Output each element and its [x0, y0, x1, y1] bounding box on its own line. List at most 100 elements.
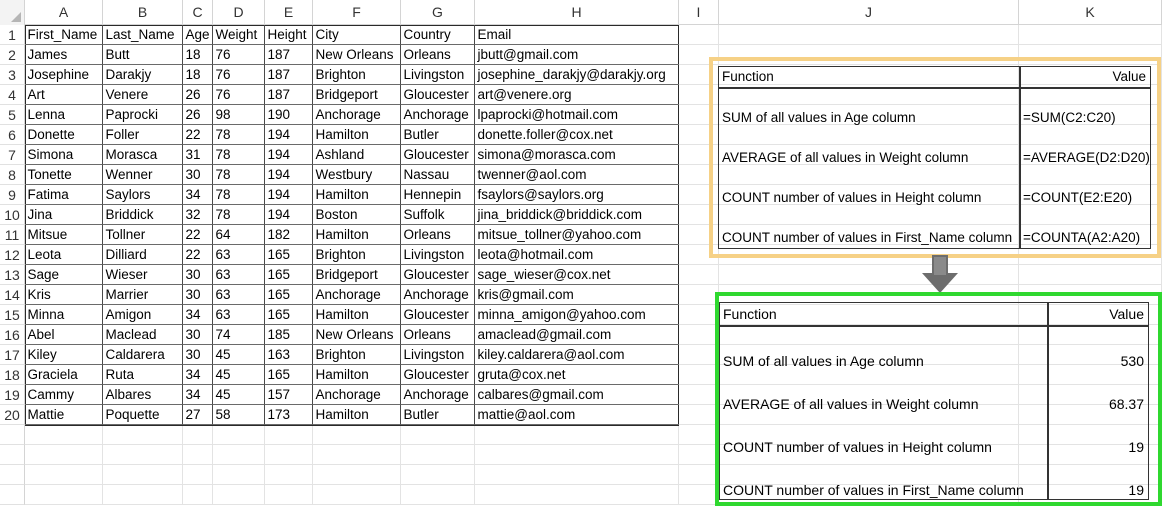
result-value[interactable]: 19	[1048, 436, 1147, 458]
data-cell[interactable]: 76	[212, 84, 265, 105]
row-header-18[interactable]: 18	[0, 365, 25, 385]
data-cell[interactable]: simona@morasca.com	[474, 145, 679, 165]
data-cell[interactable]: 64	[212, 224, 265, 245]
data-cell[interactable]: 31	[182, 144, 213, 165]
data-cell[interactable]: Dilliard	[102, 244, 183, 265]
data-cell[interactable]: 194	[264, 164, 313, 185]
data-cell[interactable]: Tonette	[24, 164, 103, 185]
data-cell[interactable]: Gloucester	[400, 84, 475, 105]
row-header-19[interactable]: 19	[0, 385, 25, 405]
data-cell[interactable]: Orleans	[400, 224, 475, 245]
data-cell[interactable]: Livingston	[400, 344, 475, 365]
data-cell[interactable]: Wenner	[102, 164, 183, 185]
empty-cell[interactable]	[679, 345, 719, 365]
empty-cell[interactable]	[313, 445, 401, 465]
formula-cell[interactable]: =SUM(C2:C20)	[1020, 108, 1149, 128]
data-cell[interactable]: Hamilton	[312, 124, 401, 145]
empty-cell[interactable]	[213, 485, 265, 505]
row-header-12[interactable]: 12	[0, 245, 25, 265]
column-title-cell[interactable]: First_Name	[24, 24, 103, 45]
data-cell[interactable]: Anchorage	[400, 384, 475, 405]
result-value[interactable]: 68.37	[1048, 393, 1147, 415]
data-cell[interactable]: 190	[264, 104, 313, 125]
column-header-g[interactable]: G	[401, 0, 475, 25]
column-title-cell[interactable]: Weight	[212, 24, 265, 45]
data-cell[interactable]: 63	[212, 244, 265, 265]
data-cell[interactable]: Butler	[400, 124, 475, 145]
data-cell[interactable]: calbares@gmail.com	[474, 385, 679, 405]
data-cell[interactable]: 63	[212, 284, 265, 305]
data-cell[interactable]: Ruta	[102, 364, 183, 385]
data-cell[interactable]: Hamilton	[312, 304, 401, 325]
data-cell[interactable]: 30	[182, 344, 213, 365]
row-header-9[interactable]: 9	[0, 185, 25, 205]
data-cell[interactable]: Gloucester	[400, 144, 475, 165]
empty-cell[interactable]	[719, 265, 1019, 285]
row-header-1[interactable]: 1	[0, 25, 25, 45]
data-cell[interactable]: kiley.caldarera@aol.com	[474, 345, 679, 365]
row-header-empty[interactable]	[0, 445, 25, 465]
data-cell[interactable]: 30	[182, 324, 213, 345]
data-cell[interactable]: Bridgeport	[312, 264, 401, 285]
data-cell[interactable]: Mattie	[24, 404, 103, 425]
data-cell[interactable]: 63	[212, 304, 265, 325]
data-cell[interactable]: Orleans	[400, 324, 475, 345]
column-header-f[interactable]: F	[313, 0, 401, 25]
row-header-4[interactable]: 4	[0, 85, 25, 105]
formula-cell[interactable]: =COUNTA(A2:A20)	[1020, 228, 1149, 248]
column-header-j[interactable]: J	[719, 0, 1019, 25]
empty-cell[interactable]	[719, 25, 1019, 45]
data-cell[interactable]: Venere	[102, 84, 183, 105]
empty-cell[interactable]	[313, 465, 401, 485]
empty-cell[interactable]	[401, 425, 475, 445]
data-cell[interactable]: 22	[182, 244, 213, 265]
data-cell[interactable]: Suffolk	[400, 204, 475, 225]
data-cell[interactable]: josephine_darakjy@darakjy.org	[474, 65, 679, 85]
data-cell[interactable]: leota@hotmail.com	[474, 245, 679, 265]
empty-cell[interactable]	[679, 485, 719, 505]
data-cell[interactable]: 187	[264, 44, 313, 65]
column-title-cell[interactable]: Last_Name	[102, 24, 183, 45]
data-cell[interactable]: Livingston	[400, 244, 475, 265]
data-cell[interactable]: 63	[212, 264, 265, 285]
data-cell[interactable]: 165	[264, 244, 313, 265]
data-cell[interactable]: 78	[212, 184, 265, 205]
empty-cell[interactable]	[313, 425, 401, 445]
row-header-3[interactable]: 3	[0, 65, 25, 85]
empty-cell[interactable]	[401, 485, 475, 505]
data-cell[interactable]: 30	[182, 164, 213, 185]
empty-cell[interactable]	[213, 445, 265, 465]
row-header-8[interactable]: 8	[0, 165, 25, 185]
data-cell[interactable]: jina_briddick@briddick.com	[474, 205, 679, 225]
data-cell[interactable]: mitsue_tollner@yahoo.com	[474, 225, 679, 245]
data-cell[interactable]: 74	[212, 324, 265, 345]
data-cell[interactable]: Ashland	[312, 144, 401, 165]
data-cell[interactable]: New Orleans	[312, 324, 401, 345]
row-header-2[interactable]: 2	[0, 45, 25, 65]
data-cell[interactable]: Hamilton	[312, 364, 401, 385]
data-cell[interactable]: 157	[264, 384, 313, 405]
data-cell[interactable]: Anchorage	[400, 104, 475, 125]
empty-cell[interactable]	[679, 465, 719, 485]
data-cell[interactable]: Cammy	[24, 384, 103, 405]
data-cell[interactable]: 18	[182, 64, 213, 85]
row-header-20[interactable]: 20	[0, 405, 25, 425]
data-cell[interactable]: Hennepin	[400, 184, 475, 205]
column-header-h[interactable]: H	[475, 0, 679, 25]
empty-cell[interactable]	[679, 385, 719, 405]
empty-cell[interactable]	[679, 265, 719, 285]
empty-cell[interactable]	[679, 285, 719, 305]
empty-cell[interactable]	[183, 485, 213, 505]
data-cell[interactable]: Minna	[24, 304, 103, 325]
data-cell[interactable]: 187	[264, 84, 313, 105]
data-cell[interactable]: 182	[264, 224, 313, 245]
data-cell[interactable]: sage_wieser@cox.net	[474, 265, 679, 285]
empty-cell[interactable]	[25, 485, 103, 505]
empty-cell[interactable]	[679, 405, 719, 425]
data-cell[interactable]: 194	[264, 204, 313, 225]
data-cell[interactable]: Paprocki	[102, 104, 183, 125]
column-title-cell[interactable]: Country	[400, 24, 475, 45]
data-cell[interactable]: 76	[212, 44, 265, 65]
data-cell[interactable]: Kiley	[24, 344, 103, 365]
data-cell[interactable]: Josephine	[24, 64, 103, 85]
